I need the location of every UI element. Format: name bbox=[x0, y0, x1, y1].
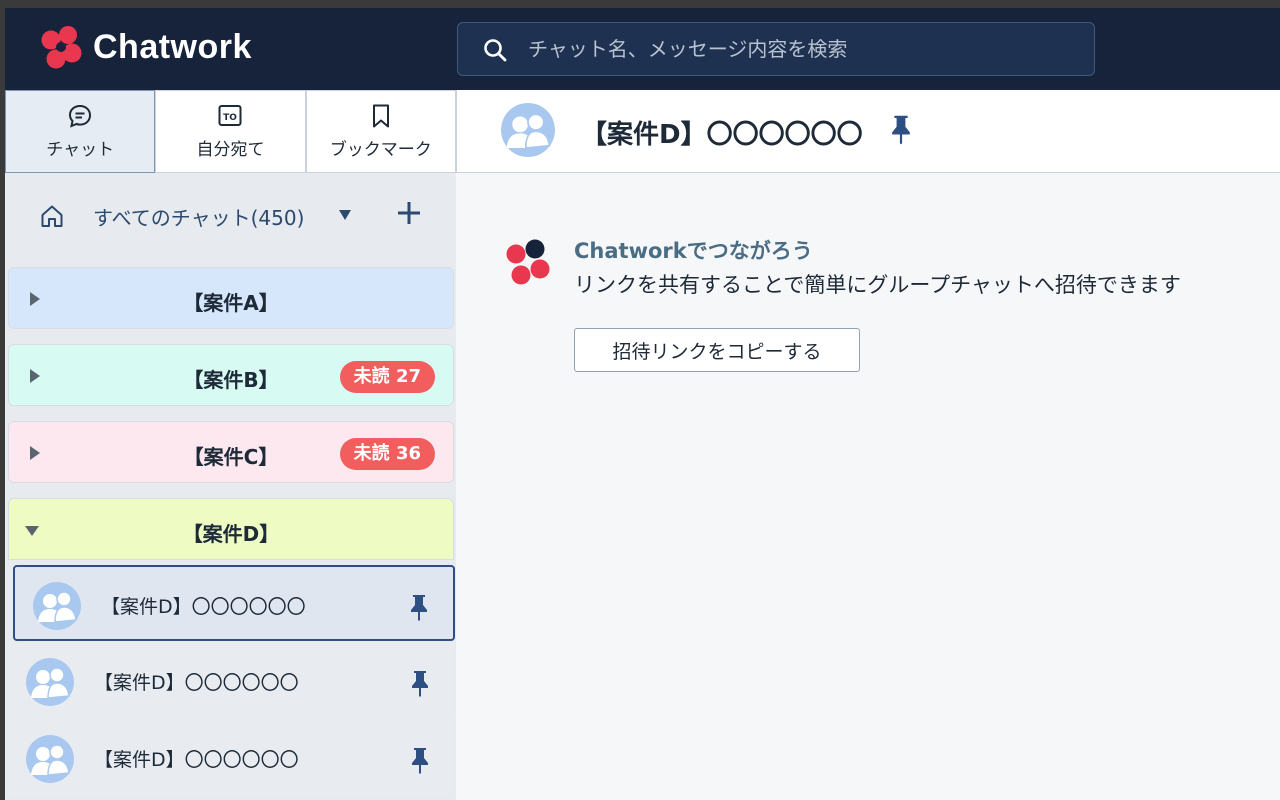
chat-room-item[interactable]: 【案件D】〇〇〇〇〇〇 bbox=[8, 643, 454, 719]
chat-list-sidebar: すべてのチャット(450) 【案件A】 【案件B】 未読 27 【案件C】 未読… bbox=[5, 173, 456, 800]
pin-icon[interactable] bbox=[890, 113, 912, 145]
tab-chat[interactable]: チャット bbox=[5, 90, 156, 173]
room-header: 【案件D】〇〇〇〇〇〇 bbox=[456, 90, 1280, 173]
home-icon[interactable] bbox=[39, 203, 65, 229]
chat-room-item[interactable]: 【案件D】〇〇〇〇〇〇 bbox=[13, 565, 455, 641]
caret-down-icon[interactable] bbox=[338, 209, 352, 221]
bookmark-icon bbox=[372, 104, 389, 128]
unread-badge: 未読 27 bbox=[339, 361, 435, 393]
chat-room-name: 【案件D】〇〇〇〇〇〇 bbox=[94, 672, 299, 694]
invite-title: Chatworkでつながろう bbox=[574, 239, 813, 263]
pin-icon[interactable] bbox=[410, 669, 430, 697]
room-title[interactable]: 【案件D】〇〇〇〇〇〇 bbox=[581, 114, 863, 151]
brand-name: Chatwork bbox=[93, 28, 252, 66]
chatwork-logo-icon[interactable] bbox=[37, 25, 85, 73]
to-icon: TO bbox=[218, 105, 242, 126]
category-name: 【案件A】 bbox=[183, 291, 279, 315]
invite-description: リンクを共有することで簡単にグループチャットへ招待できます bbox=[574, 273, 1181, 297]
pin-icon[interactable] bbox=[410, 746, 430, 774]
chat-room-item[interactable]: 【案件D】〇〇〇〇〇〇 bbox=[8, 720, 454, 796]
search-input[interactable] bbox=[528, 33, 1068, 65]
add-chat-icon[interactable] bbox=[395, 199, 423, 227]
copy-invite-link-button[interactable]: 招待リンクをコピーする bbox=[574, 328, 860, 372]
search-box[interactable] bbox=[457, 22, 1095, 76]
category-a[interactable]: 【案件A】 bbox=[8, 267, 454, 329]
app-window: Chatwork チャット TO 自分宛て bbox=[5, 8, 1280, 800]
unread-badge: 未読 36 bbox=[339, 438, 435, 470]
group-avatar-icon bbox=[33, 582, 81, 630]
chat-filter: すべてのチャット(450) bbox=[5, 173, 456, 255]
tab-bookmark-label: ブックマーク bbox=[329, 140, 432, 160]
tab-to-me[interactable]: TO 自分宛て bbox=[155, 90, 306, 173]
tab-bar: チャット TO 自分宛て ブックマーク bbox=[5, 90, 456, 173]
tab-bookmark[interactable]: ブックマーク bbox=[305, 90, 456, 173]
category-d[interactable]: 【案件D】 bbox=[8, 498, 454, 560]
chat-room-name: 【案件D】〇〇〇〇〇〇 bbox=[101, 596, 306, 618]
tab-to-me-label: 自分宛て bbox=[196, 140, 265, 160]
category-c[interactable]: 【案件C】 未読 36 bbox=[8, 421, 454, 483]
pin-icon[interactable] bbox=[409, 593, 429, 621]
chat-bubble-icon bbox=[69, 104, 92, 128]
chat-filter-dropdown[interactable]: すべてのチャット(450) bbox=[93, 202, 304, 231]
tab-chat-label: チャット bbox=[46, 140, 115, 160]
category-name: 【案件D】 bbox=[182, 522, 280, 546]
svg-text:TO: TO bbox=[224, 113, 238, 123]
chatwork-mark-icon bbox=[506, 239, 550, 285]
chat-room-name: 【案件D】〇〇〇〇〇〇 bbox=[94, 749, 299, 771]
group-avatar-icon bbox=[26, 658, 74, 706]
top-bar: Chatwork bbox=[5, 8, 1280, 90]
category-b[interactable]: 【案件B】 未読 27 bbox=[8, 344, 454, 406]
group-avatar-icon bbox=[26, 735, 74, 783]
search-icon bbox=[484, 39, 507, 62]
group-avatar-icon[interactable] bbox=[501, 103, 555, 157]
timeline-area: Chatworkでつながろう リンクを共有することで簡単にグループチャットへ招待… bbox=[457, 173, 1280, 800]
